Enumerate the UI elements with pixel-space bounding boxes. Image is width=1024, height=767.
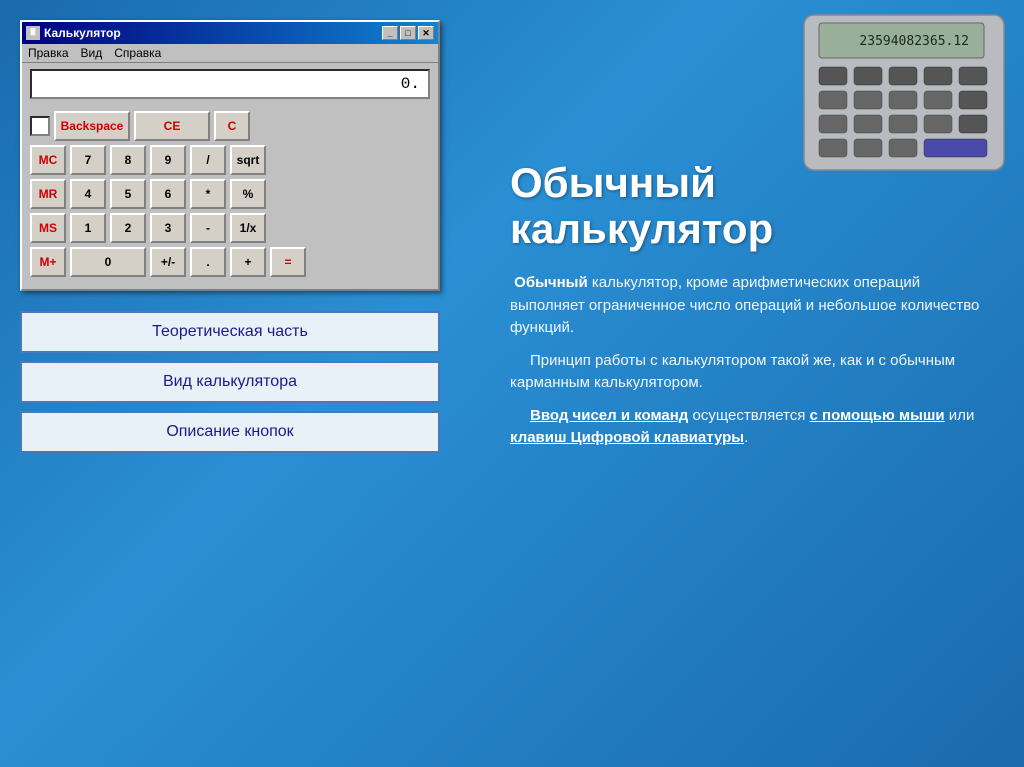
c-button[interactable]: C: [214, 111, 250, 141]
title-left: 🖩 Калькулятор: [26, 26, 121, 40]
display-area: 0.: [22, 63, 438, 105]
close-button[interactable]: ✕: [418, 26, 434, 40]
reciprocal-button[interactable]: 1/x: [230, 213, 266, 243]
paragraph-1: Обычный калькулятор, кроме арифметически…: [510, 272, 994, 340]
btn-8[interactable]: 8: [110, 145, 146, 175]
link-keyboard[interactable]: клавиш Цифровой клавиатуры: [510, 429, 744, 446]
mplus-button[interactable]: M+: [30, 247, 66, 277]
btn-7[interactable]: 7: [70, 145, 106, 175]
mr-button[interactable]: MR: [30, 179, 66, 209]
link-mouse[interactable]: с помощью мыши: [810, 407, 945, 424]
backspace-button[interactable]: Backspace: [54, 111, 130, 141]
calc-display: 0.: [30, 69, 430, 99]
left-panel: 🖩 Калькулятор _ □ ✕ Правка Вид Справка 0…: [0, 0, 490, 767]
maximize-button[interactable]: □: [400, 26, 416, 40]
title-buttons: _ □ ✕: [382, 26, 434, 40]
checkbox[interactable]: [30, 116, 50, 136]
ms-button[interactable]: MS: [30, 213, 66, 243]
button-row-4: MS 1 2 3 - 1/x: [30, 213, 430, 243]
window-title: Калькулятор: [44, 26, 121, 40]
physical-calculator-image: 23594082365.12: [794, 5, 1014, 175]
title-icon: 🖩: [26, 26, 40, 40]
divide-button[interactable]: /: [190, 145, 226, 175]
btn-4[interactable]: 4: [70, 179, 106, 209]
button-row-2: MC 7 8 9 / sqrt: [30, 145, 430, 175]
paragraph-3: Ввод чисел и команд осуществляется с пом…: [510, 405, 994, 450]
nav-btn-theory[interactable]: Теоретическая часть: [20, 311, 440, 353]
negate-button[interactable]: +/-: [150, 247, 186, 277]
button-row-3: MR 4 5 6 * %: [30, 179, 430, 209]
mc-button[interactable]: MC: [30, 145, 66, 175]
nav-buttons: Теоретическая часть Вид калькулятора Опи…: [20, 311, 440, 453]
menu-edit[interactable]: Правка: [28, 46, 69, 60]
btn-3[interactable]: 3: [150, 213, 186, 243]
btn-9[interactable]: 9: [150, 145, 186, 175]
btn-0[interactable]: 0: [70, 247, 146, 277]
link-input[interactable]: Ввод чисел и команд: [530, 407, 688, 424]
btn-6[interactable]: 6: [150, 179, 186, 209]
equals-button[interactable]: =: [270, 247, 306, 277]
display-value: 0.: [401, 75, 420, 93]
title-line1: Обычный: [510, 159, 716, 206]
menu-view[interactable]: Вид: [81, 46, 103, 60]
right-panel: 23594082365.12: [490, 0, 1024, 767]
btn-2[interactable]: 2: [110, 213, 146, 243]
nav-btn-description[interactable]: Описание кнопок: [20, 411, 440, 453]
btn-5[interactable]: 5: [110, 179, 146, 209]
subtract-button[interactable]: -: [190, 213, 226, 243]
calculator-window: 🖩 Калькулятор _ □ ✕ Правка Вид Справка 0…: [20, 20, 440, 291]
multiply-button[interactable]: *: [190, 179, 226, 209]
titlebar: 🖩 Калькулятор _ □ ✕: [22, 22, 438, 44]
nav-btn-view[interactable]: Вид калькулятора: [20, 361, 440, 403]
btn-1[interactable]: 1: [70, 213, 106, 243]
bold-word-1: Обычный: [514, 274, 588, 291]
menu-help[interactable]: Справка: [114, 46, 161, 60]
title-line2: калькулятор: [510, 205, 773, 252]
button-row-1: Backspace CE C: [30, 111, 430, 141]
ce-button[interactable]: CE: [134, 111, 210, 141]
calc-body: Backspace CE C MC 7 8 9 / sqrt MR 4 5 6 …: [22, 105, 438, 289]
decimal-button[interactable]: .: [190, 247, 226, 277]
percent-button[interactable]: %: [230, 179, 266, 209]
svg-text:23594082365.12: 23594082365.12: [859, 34, 969, 49]
button-row-5: M+ 0 +/- . + =: [30, 247, 430, 277]
add-button[interactable]: +: [230, 247, 266, 277]
menubar: Правка Вид Справка: [22, 44, 438, 63]
sqrt-button[interactable]: sqrt: [230, 145, 266, 175]
minimize-button[interactable]: _: [382, 26, 398, 40]
paragraph-2: Принцип работы с калькулятором такой же,…: [510, 350, 994, 395]
